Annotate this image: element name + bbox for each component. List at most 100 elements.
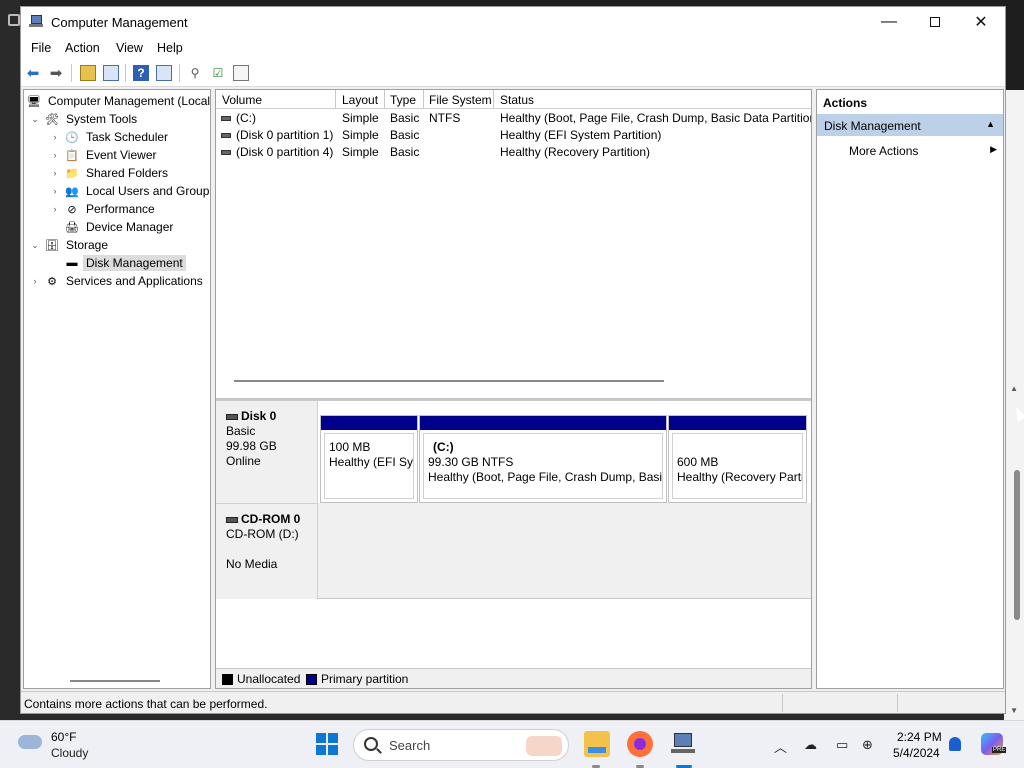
show-hide-action-pane-icon[interactable]: [156, 65, 172, 81]
display-icon[interactable]: ▭: [836, 737, 848, 753]
tools-icon: 🛠: [45, 113, 59, 126]
tree-item-performance[interactable]: ⊘ Performance: [64, 200, 158, 218]
tree-item-device-manager[interactable]: 🖨 Device Manager: [64, 218, 176, 236]
clock-icon: 🕒: [65, 131, 79, 144]
cdrom-0-name: CD-ROM 0: [241, 512, 301, 526]
chevron-right-icon[interactable]: ›: [30, 276, 40, 286]
cell-layout: Simple: [342, 128, 379, 142]
back-arrow-icon[interactable]: ⬅: [25, 65, 41, 82]
close-button[interactable]: ✕: [958, 7, 1004, 37]
background-window-left: [0, 0, 20, 720]
disk-name: Disk 0: [226, 409, 276, 423]
tree-item-event-viewer[interactable]: 📋 Event Viewer: [64, 146, 159, 164]
network-icon[interactable]: ⊕: [862, 737, 873, 753]
toolbar: ⬅ ➡ ? ⚲ ☑: [21, 59, 1005, 87]
menu-view[interactable]: View: [116, 41, 143, 55]
column-divider[interactable]: [493, 90, 494, 109]
tree-item-label: System Tools: [66, 112, 138, 126]
disk-0-label[interactable]: Disk 0 Basic 99.98 GB Online: [216, 401, 318, 503]
status-divider: [782, 694, 783, 712]
up-folder-icon[interactable]: [80, 65, 96, 81]
table-row[interactable]: (C:) Simple Basic NTFS Healthy (Boot, Pa…: [216, 110, 811, 127]
notification-bell-icon[interactable]: [949, 737, 961, 751]
column-type[interactable]: Type: [390, 93, 416, 107]
taskbar-search[interactable]: Search: [353, 729, 569, 761]
maximize-button[interactable]: [912, 7, 958, 37]
scroll-up-arrow-icon[interactable]: ▲: [1010, 384, 1018, 393]
chevron-up-icon[interactable]: ︿: [774, 737, 787, 756]
partition-recovery[interactable]: 600 MB Healthy (Recovery Parti: [668, 415, 807, 503]
collapse-up-icon[interactable]: ▲: [986, 119, 995, 129]
properties-icon[interactable]: [233, 65, 249, 81]
column-file-system[interactable]: File System: [429, 93, 492, 107]
tree-item-system-tools[interactable]: 🛠 System Tools: [44, 110, 140, 128]
column-divider[interactable]: [423, 90, 424, 109]
column-layout[interactable]: Layout: [342, 93, 378, 107]
chevron-down-icon[interactable]: ⌄: [30, 240, 40, 250]
toolbar-separator: [71, 64, 72, 82]
menu-file[interactable]: File: [31, 41, 51, 55]
background-scrollbar-thumb[interactable]: [1014, 470, 1020, 620]
volume-list-horizontal-scrollbar[interactable]: [234, 380, 664, 382]
table-row[interactable]: (Disk 0 partition 1) Simple Basic Health…: [216, 127, 811, 144]
chevron-right-icon[interactable]: ›: [50, 168, 60, 178]
partition-status: Healthy (Boot, Page File, Crash Dump, Ba…: [428, 470, 663, 484]
minimize-button[interactable]: —: [866, 7, 912, 37]
cdrom-type: CD-ROM (D:): [226, 527, 299, 541]
file-explorer-icon[interactable]: [584, 731, 610, 757]
weather-temperature[interactable]: 60°F: [51, 730, 76, 744]
actions-section-disk-management[interactable]: Disk Management ▲: [817, 114, 1003, 136]
computer-icon: 🖥: [27, 95, 41, 108]
show-hide-tree-icon[interactable]: [103, 65, 119, 81]
table-row[interactable]: (Disk 0 partition 4) Simple Basic Health…: [216, 144, 811, 161]
tree-horizontal-scrollbar[interactable]: [70, 680, 160, 682]
help-icon[interactable]: ?: [133, 65, 149, 81]
cloud-sync-icon[interactable]: ☁: [804, 737, 817, 753]
tree-item-label: Task Scheduler: [86, 130, 169, 144]
cell-file-system: NTFS: [429, 111, 461, 125]
tree-item-disk-management[interactable]: ▬ Disk Management: [64, 254, 186, 272]
column-divider[interactable]: [335, 90, 336, 109]
tree-item-local-users-groups[interactable]: 👥 Local Users and Groups: [64, 182, 210, 200]
tree-item-shared-folders[interactable]: 📁 Shared Folders: [64, 164, 171, 182]
partition-c-drive[interactable]: (C:) 99.30 GB NTFS Healthy (Boot, Page F…: [419, 415, 667, 503]
cell-layout: Simple: [342, 145, 379, 159]
column-volume[interactable]: Volume: [222, 93, 262, 107]
disk-graphical-view: Disk 0 Basic 99.98 GB Online 100 MB Heal…: [216, 398, 811, 668]
chevron-right-icon[interactable]: ›: [50, 132, 60, 142]
tree-item-services-applications[interactable]: ⚙ Services and Applications: [44, 272, 206, 290]
column-status[interactable]: Status: [500, 93, 534, 107]
cloud-icon[interactable]: [18, 735, 42, 749]
chevron-down-icon[interactable]: ⌄: [30, 114, 40, 124]
menu-help[interactable]: Help: [157, 41, 183, 55]
partition-efi[interactable]: 100 MB Healthy (EFI Sys: [320, 415, 418, 503]
chevron-right-icon[interactable]: ›: [50, 150, 60, 160]
computer-management-taskbar-icon[interactable]: [670, 731, 696, 757]
tree-item-storage[interactable]: 🗄 Storage: [44, 236, 111, 254]
cdrom-0-label[interactable]: CD-ROM 0 CD-ROM (D:) No Media: [216, 503, 318, 599]
menu-action[interactable]: Action: [65, 41, 100, 55]
chevron-right-icon[interactable]: ›: [50, 186, 60, 196]
firefox-icon[interactable]: [627, 731, 653, 757]
unallocated-swatch: [222, 674, 233, 685]
background-window-header: [1004, 0, 1024, 90]
more-actions-item[interactable]: More Actions: [849, 144, 918, 158]
clock-date[interactable]: 5/4/2024: [893, 746, 940, 760]
chevron-right-icon[interactable]: ›: [50, 204, 60, 214]
forward-arrow-icon[interactable]: ➡: [48, 65, 64, 82]
start-button[interactable]: [316, 733, 338, 755]
weather-condition[interactable]: Cloudy: [51, 746, 88, 760]
submenu-arrow-icon[interactable]: ▶: [990, 144, 997, 155]
computer-management-icon: [29, 14, 43, 28]
column-divider[interactable]: [384, 90, 385, 109]
check-icon[interactable]: ☑: [210, 65, 226, 81]
tree-item-task-scheduler[interactable]: 🕒 Task Scheduler: [64, 128, 171, 146]
title-bar[interactable]: Computer Management — ✕: [21, 7, 1005, 37]
tree-root-computer-management[interactable]: 🖥 Computer Management (Local: [26, 92, 210, 110]
disk-state: Online: [226, 454, 261, 468]
connect-icon[interactable]: ⚲: [187, 65, 203, 81]
clock-time[interactable]: 2:24 PM: [897, 730, 942, 744]
actions-title: Actions: [823, 96, 868, 110]
tree-item-label: Device Manager: [86, 220, 174, 234]
scroll-down-arrow-icon[interactable]: ▼: [1010, 706, 1018, 715]
